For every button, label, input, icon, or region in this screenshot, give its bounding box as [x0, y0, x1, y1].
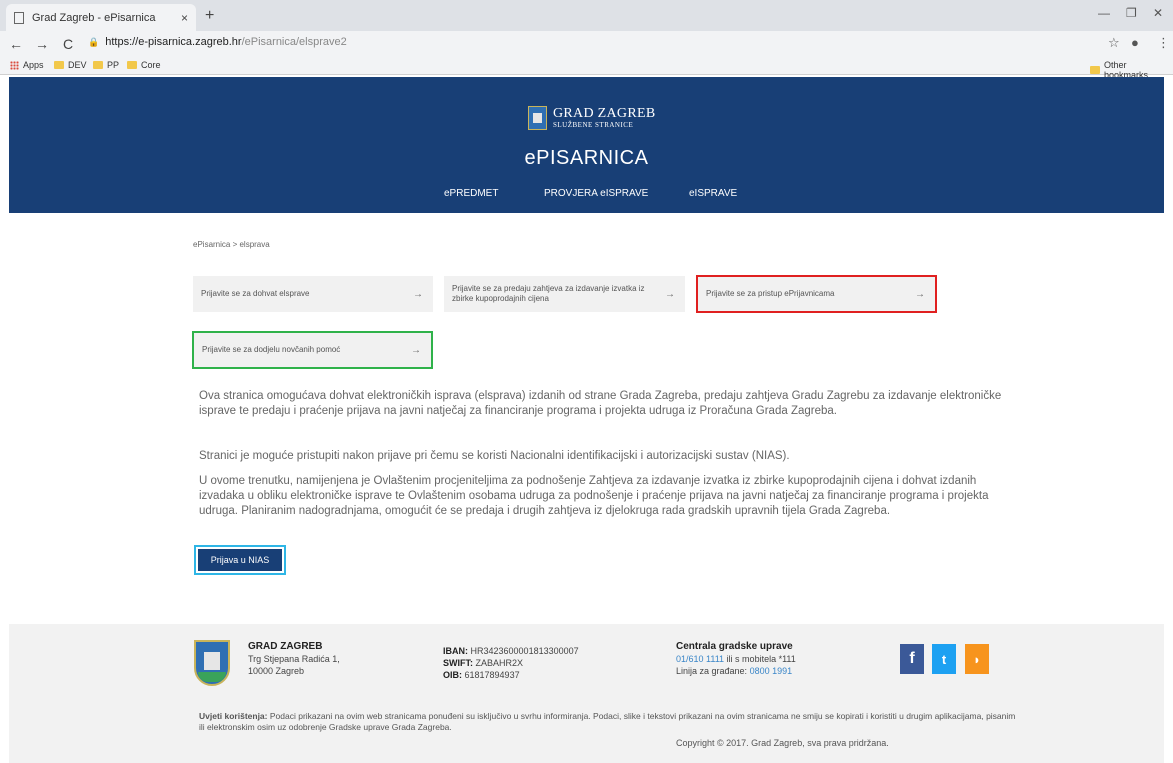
folder-icon: [93, 61, 103, 69]
nias-paragraph: Stranici je moguće pristupiti nakon prij…: [199, 450, 790, 462]
menu-icon[interactable]: ⋮: [1157, 35, 1170, 51]
footer-oib: 61817894937: [464, 670, 520, 680]
apps-icon: [10, 60, 19, 70]
card-label: Prijavite se za dodjelu novčanih pomoć: [202, 345, 341, 354]
close-tab-icon[interactable]: ×: [181, 11, 188, 25]
footer-central-title: Centrala gradske uprave: [676, 641, 793, 652]
footer-address-line2: 10000 Zagreb: [248, 666, 305, 676]
footer-swift: ZABAHR2X: [475, 658, 524, 668]
page-icon: [14, 11, 24, 24]
lock-icon: 🔒: [88, 36, 100, 47]
terms-text: Podaci prikazani na ovim web stranicama …: [199, 711, 1016, 732]
intro-paragraph: Ova stranica omogućava dohvat elektronič…: [199, 390, 1002, 417]
nav-provjera-eisprave[interactable]: PROVJERA eISPRAVE: [544, 188, 648, 199]
facebook-icon[interactable]: f: [900, 644, 924, 674]
citizens-phone-link[interactable]: 0800 1991: [750, 666, 793, 676]
rss-icon[interactable]: ◗: [965, 644, 989, 674]
folder-icon: [54, 61, 64, 69]
footer: [9, 624, 1164, 763]
site-logo[interactable]: GRAD ZAGREB SLUŽBENE STRANICE: [528, 106, 655, 130]
terms-label: Uvjeti korištenja:: [199, 711, 268, 721]
profile-icon[interactable]: ●: [1131, 35, 1139, 50]
nias-login-button[interactable]: Prijava u NIAS: [198, 549, 282, 571]
card-label: Prijavite se za pristup ePrijavnicama: [706, 289, 835, 298]
zagreb-crest-icon: [528, 106, 547, 130]
card-dohvat-elsprave[interactable]: Prijavite se za dohvat elsprave →: [193, 276, 433, 312]
card-label: Prijavite se za predaju zahtjeva za izda…: [452, 284, 645, 303]
footer-bank-info: IBAN: HR3423600001813300007 SWIFT: ZABAH…: [443, 646, 579, 680]
bookmarks-bar: Apps DEV PP Core Other bookmarks: [0, 57, 1173, 80]
footer-address: GRAD ZAGREB Trg Stjepana Radića 1, 10000…: [248, 641, 340, 677]
url-path: /ePisarnica/elsprave2: [241, 36, 347, 48]
browser-tab-bar: Grad Zagreb - ePisarnica × + — ❐ ✕: [0, 0, 1173, 31]
terms-of-use: Uvjeti korištenja: Podaci prikazani na o…: [199, 711, 1019, 733]
nav-epredmet[interactable]: ePREDMET: [444, 188, 498, 199]
url-host: https://e-pisarnica.zagreb.hr: [105, 36, 242, 48]
tab-title: Grad Zagreb - ePisarnica: [32, 11, 156, 24]
card-izvadak-kupoprodajnih[interactable]: Prijavite se za predaju zahtjeva za izda…: [444, 276, 685, 312]
arrow-right-icon: →: [915, 288, 925, 300]
bookmark-apps[interactable]: Apps: [10, 60, 44, 70]
browser-tab[interactable]: Grad Zagreb - ePisarnica ×: [6, 4, 196, 31]
footer-org-name: GRAD ZAGREB: [248, 641, 323, 652]
copyright: Copyright © 2017. Grad Zagreb, sva prava…: [676, 738, 889, 748]
card-novcane-pomoci[interactable]: Prijavite se za dodjelu novčanih pomoć →: [192, 331, 433, 369]
central-phone-link[interactable]: 01/610 1111: [676, 654, 724, 664]
footer-iban: HR3423600001813300007: [470, 646, 579, 656]
restore-icon[interactable]: ❐: [1126, 6, 1137, 20]
logo-title: GRAD ZAGREB: [553, 106, 656, 121]
breadcrumb: ePisarnica > elsprava: [193, 240, 270, 249]
folder-icon: [1090, 66, 1100, 74]
forward-icon[interactable]: →: [32, 36, 52, 52]
logo-subtitle: SLUŽBENE STRANICE: [553, 121, 634, 129]
arrow-right-icon: →: [411, 344, 421, 356]
purpose-paragraph: U ovome trenutku, namijenjena je Ovlašte…: [199, 475, 989, 517]
nav-eisprave[interactable]: eISPRAVE: [689, 188, 737, 199]
bookmark-dev[interactable]: DEV: [54, 60, 87, 70]
back-icon[interactable]: ←: [6, 36, 26, 52]
card-eprijavnice[interactable]: Prijavite se za pristup ePrijavnicama →: [696, 275, 937, 313]
footer-address-line1: Trg Stjepana Radića 1,: [248, 654, 340, 664]
bookmark-pp[interactable]: PP: [93, 60, 119, 70]
minimize-icon[interactable]: —: [1098, 6, 1110, 20]
url-field[interactable]: 🔒 https://e-pisarnica.zagreb.hr/ePisarni…: [88, 36, 347, 48]
nias-button-focus-ring: Prijava u NIAS: [194, 545, 286, 575]
twitter-icon[interactable]: t: [932, 644, 956, 674]
arrow-right-icon: →: [413, 288, 423, 300]
reload-icon[interactable]: C: [58, 36, 78, 52]
bookmark-star-icon[interactable]: ☆: [1108, 35, 1120, 51]
footer-contact: Centrala gradske uprave 01/610 1111 ili …: [676, 641, 796, 676]
folder-icon: [127, 61, 137, 69]
card-label: Prijavite se za dohvat elsprave: [201, 289, 310, 298]
site-header: GRAD ZAGREB SLUŽBENE STRANICE ePISARNICA…: [9, 77, 1164, 213]
app-title: ePISARNICA: [524, 147, 649, 169]
bookmark-core[interactable]: Core: [127, 60, 161, 70]
window-close-icon[interactable]: ✕: [1153, 6, 1163, 20]
zagreb-crest-icon: [194, 640, 230, 686]
arrow-right-icon: →: [665, 288, 675, 300]
new-tab-icon[interactable]: +: [205, 7, 214, 25]
